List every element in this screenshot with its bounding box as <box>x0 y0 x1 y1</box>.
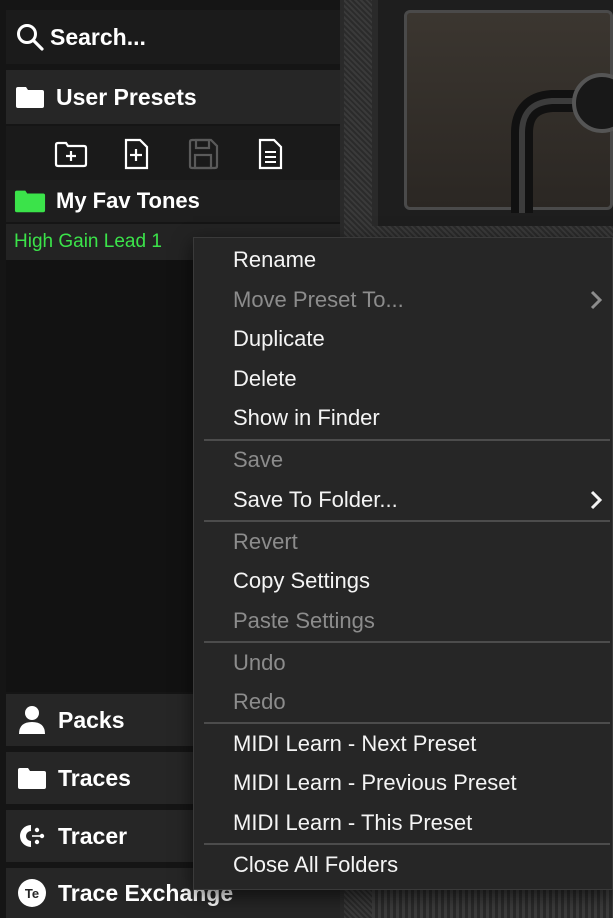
menu-item-show-in-finder[interactable]: Show in Finder <box>233 404 380 432</box>
preset-toolbar <box>6 126 340 180</box>
cable-graphic <box>511 73 613 224</box>
menu-item-save-to-folder[interactable]: Save To Folder... <box>233 486 398 514</box>
menu-item-delete[interactable]: Delete <box>233 365 297 393</box>
menu-separator <box>204 722 610 724</box>
menu-separator <box>204 843 610 845</box>
menu-separator <box>204 439 610 441</box>
user-presets-label: User Presets <box>56 83 197 110</box>
nav-packs-label: Packs <box>58 706 125 733</box>
menu-item-copy-settings[interactable]: Copy Settings <box>233 567 370 595</box>
new-preset-icon[interactable] <box>118 136 154 172</box>
menu-item-midi-learn-previous[interactable]: MIDI Learn - Previous Preset <box>233 769 517 797</box>
menu-separator <box>204 520 610 522</box>
menu-item-revert: Revert <box>233 529 298 554</box>
menu-separator <box>204 641 610 643</box>
tracer-icon <box>16 820 48 852</box>
user-presets-header[interactable]: User Presets <box>6 70 340 124</box>
menu-item-midi-learn-next[interactable]: MIDI Learn - Next Preset <box>233 730 476 758</box>
menu-item-redo: Redo <box>233 689 286 714</box>
folder-icon <box>14 81 46 113</box>
menu-item-duplicate[interactable]: Duplicate <box>233 325 325 353</box>
menu-item-midi-learn-this[interactable]: MIDI Learn - This Preset <box>233 809 472 837</box>
menu-item-close-all-folders[interactable]: Close All Folders <box>233 851 398 879</box>
folder-icon <box>16 762 48 794</box>
preset-label: High Gain Lead 1 <box>14 231 162 252</box>
chevron-right-icon <box>590 290 603 310</box>
trace-exchange-badge: Te <box>25 886 39 901</box>
nav-tracer-label: Tracer <box>58 822 128 849</box>
search-icon <box>14 21 46 53</box>
search-label: Search... <box>50 23 146 50</box>
new-folder-icon[interactable] <box>53 136 89 172</box>
search-bar[interactable]: Search... <box>6 10 340 64</box>
menu-item-save: Save <box>233 447 284 472</box>
amp-control-panel <box>404 10 613 224</box>
nav-traces-label: Traces <box>58 764 131 791</box>
folder-label: My Fav Tones <box>56 188 200 213</box>
green-folder-icon <box>14 185 46 217</box>
menu-item-rename[interactable]: Rename <box>233 246 316 274</box>
menu-item-paste-settings: Paste Settings <box>233 608 375 633</box>
document-icon[interactable] <box>252 136 288 172</box>
menu-item-undo: Undo <box>233 650 286 675</box>
folder-my-fav-tones[interactable]: My Fav Tones <box>6 180 340 222</box>
context-menu: Rename Move Preset To... Duplicate Delet… <box>193 237 613 890</box>
trace-exchange-icon: Te <box>16 877 48 909</box>
person-icon <box>16 704 48 736</box>
menu-item-move-preset-to: Move Preset To... <box>233 287 404 312</box>
save-icon <box>185 136 221 172</box>
chevron-right-icon <box>590 490 603 510</box>
